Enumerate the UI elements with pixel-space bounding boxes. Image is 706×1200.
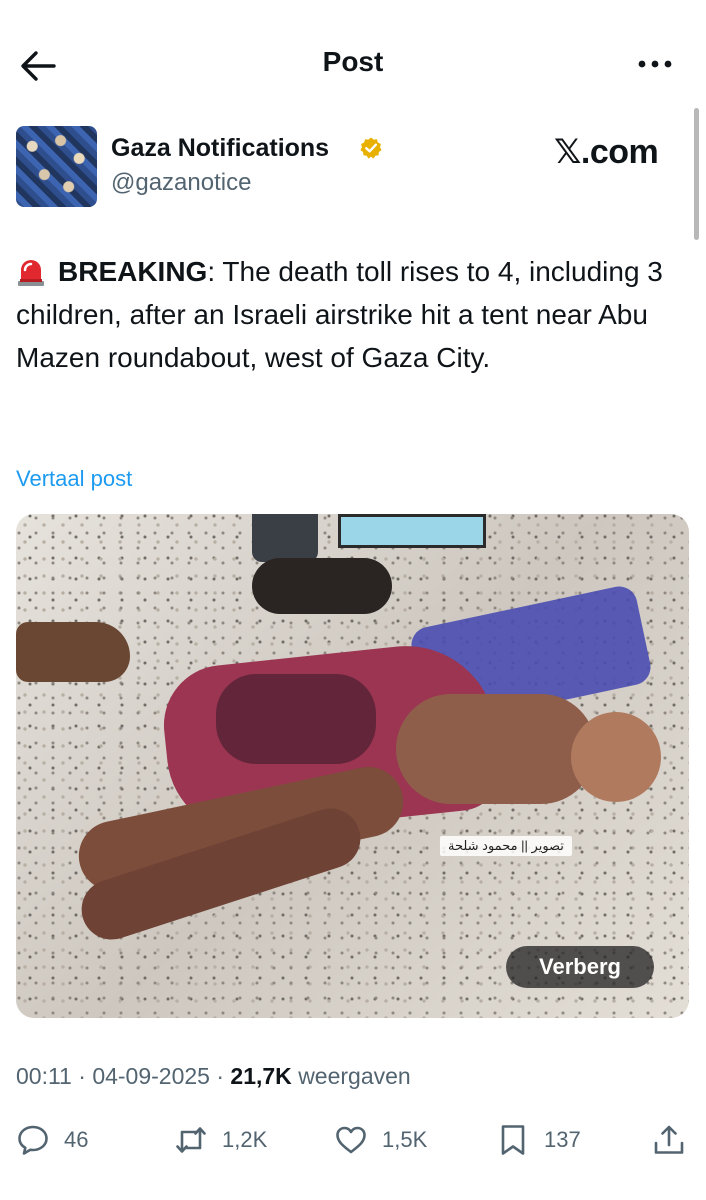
author-name[interactable]: Gaza Notifications xyxy=(111,134,329,163)
avatar[interactable] xyxy=(16,126,97,207)
scrollbar[interactable] xyxy=(694,108,699,240)
image-head xyxy=(571,712,661,802)
top-bar: Post xyxy=(0,0,706,120)
bookmark-count: 137 xyxy=(544,1127,581,1152)
post-date: 04-09-2025 xyxy=(92,1063,210,1089)
image-watermark: تصوير || محمود شلحة xyxy=(440,836,572,856)
brand-label: 𝕏.com xyxy=(554,133,659,171)
post-image[interactable]: تصوير || محمود شلحة Verberg xyxy=(16,514,689,1018)
like-button[interactable]: 1,5K xyxy=(334,1116,427,1164)
breaking-label: BREAKING xyxy=(58,256,208,287)
action-bar: 46 1,2K 1,5K 137 xyxy=(16,1116,692,1164)
author-handle[interactable]: @gazanotice xyxy=(111,169,251,197)
post-time: 00:11 xyxy=(16,1063,72,1089)
image-figure xyxy=(396,694,596,804)
author-header: Gaza Notifications @gazanotice 𝕏.com xyxy=(16,126,686,210)
share-icon xyxy=(654,1125,684,1154)
image-leg-top xyxy=(252,514,318,562)
repost-icon xyxy=(176,1127,206,1153)
heart-icon xyxy=(336,1126,366,1154)
verified-badge-icon xyxy=(360,137,382,159)
page-title: Post xyxy=(322,46,384,77)
meta-separator: · xyxy=(216,1063,225,1089)
bookmark-icon xyxy=(501,1125,525,1155)
reply-count: 46 xyxy=(64,1127,89,1152)
reply-icon xyxy=(18,1125,48,1155)
view-count: 21,7K xyxy=(230,1063,292,1089)
views-label: weergaven xyxy=(298,1063,411,1089)
more-options-button[interactable] xyxy=(634,52,678,76)
repost-button[interactable]: 1,2K xyxy=(174,1116,267,1164)
reply-button[interactable]: 46 xyxy=(16,1116,88,1164)
image-box xyxy=(338,514,486,548)
image-cloth-dark xyxy=(216,674,376,764)
post-text: BREAKING: The death toll rises to 4, inc… xyxy=(16,250,692,379)
bookmark-button[interactable]: 137 xyxy=(496,1116,581,1164)
share-button[interactable] xyxy=(652,1116,686,1164)
repost-count: 1,2K xyxy=(222,1127,268,1152)
post-meta: 00:11 · 04-09-2025 · 21,7K weergaven xyxy=(16,1063,411,1090)
translate-post-link[interactable]: Vertaal post xyxy=(16,466,132,492)
image-sandal xyxy=(252,558,392,614)
rotating-light-siren-icon xyxy=(18,260,44,286)
image-shoe xyxy=(16,622,130,682)
meta-separator: · xyxy=(78,1063,86,1089)
more-horizontal-icon xyxy=(638,60,672,68)
hide-media-button[interactable]: Verberg xyxy=(506,946,654,988)
like-count: 1,5K xyxy=(382,1127,428,1152)
